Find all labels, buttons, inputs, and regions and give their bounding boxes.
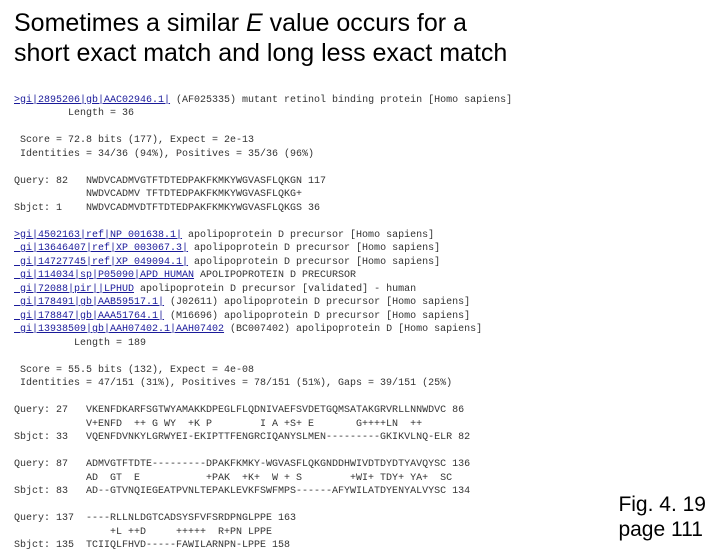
hit1-match: NWDVCADMV TFTDTEDPAKFKMKYWGVASFLQKG+ xyxy=(14,189,302,200)
hit2-s3: Sbjct: 135 TCIIQLFHVD-----FAWILARNPN-LPP… xyxy=(14,540,290,551)
hit1-query: Query: 82 NWDVCADMVGTFTDTEDPAKFKMKYWGVAS… xyxy=(14,176,326,187)
hit2-link-1[interactable]: gi|13646407|ref|XP 003067.3| xyxy=(14,243,188,254)
hit1-defline-rest: (AF025335) mutant retinol binding protei… xyxy=(170,95,512,106)
hit2-q3: Query: 137 ----RLLNLDGTCADSYSFVFSRDPNGLP… xyxy=(14,513,296,524)
hit2-m1: V+ENFD ++ G WY +K P I A +S+ E G++++LN ++ xyxy=(14,419,422,430)
hit1-defline-link[interactable]: >gi|2895206|gb|AAC02946.1| xyxy=(14,95,170,106)
hit2-link-7[interactable]: gi|13938509|gb|AAH07402.1|AAH07402 xyxy=(14,324,224,335)
figure-caption: Fig. 4. 19 page 111 xyxy=(618,492,706,542)
hit2-link-0[interactable]: >gi|4502163|ref|NP 001638.1| xyxy=(14,230,182,241)
hit2-s2: Sbjct: 83 AD--GTVNQIEGEATPVNLTEPAKLEVKFS… xyxy=(14,486,470,497)
hit1-sbjct: Sbjct: 1 NWDVCADMVDTFTDTEDPAKFKMKYWGVASF… xyxy=(14,203,320,214)
hit1-identities: Identities = 34/36 (94%), Positives = 35… xyxy=(14,149,314,160)
hit2-length: Length = 189 xyxy=(14,338,146,349)
hit2-link-5[interactable]: gi|178491|gb|AAB59517.1| xyxy=(14,297,164,308)
hit2-identities: Identities = 47/151 (31%), Positives = 7… xyxy=(14,378,452,389)
hit1-length: Length = 36 xyxy=(14,108,134,119)
hit2-link-6[interactable]: gi|178847|gb|AAA51764.1| xyxy=(14,311,164,322)
hit2-q2: Query: 87 ADMVGTFTDTE---------DPAKFKMKY-… xyxy=(14,459,470,470)
caption-fig: Fig. 4. 19 xyxy=(618,493,706,516)
hit1-score: Score = 72.8 bits (177), Expect = 2e-13 xyxy=(14,135,254,146)
hit2-s1: Sbjct: 33 VQENFDVNKYLGRWYEI-EKIPTTFENGRC… xyxy=(14,432,470,443)
slide-title: Sometimes a similar E value occurs for a… xyxy=(14,8,706,68)
title-line-2: short exact match and long less exact ma… xyxy=(14,39,507,67)
hit2-link-2[interactable]: gi|14727745|ref|XP 049094.1| xyxy=(14,257,188,268)
hit2-link-3[interactable]: gi|114034|sp|P05090|APD HUMAN xyxy=(14,270,194,281)
hit2-m2: AD GT E +PAK +K+ W + S +WI+ TDY+ YA+ SC xyxy=(14,473,452,484)
caption-page: page 111 xyxy=(618,518,702,541)
title-line-1: Sometimes a similar E value occurs for a xyxy=(14,9,467,37)
hit2-m3: +L ++D +++++ R+PN LPPE xyxy=(14,527,272,538)
hit2-score: Score = 55.5 bits (132), Expect = 4e-08 xyxy=(14,365,254,376)
blast-output: >gi|2895206|gb|AAC02946.1| (AF025335) mu… xyxy=(14,80,706,553)
hit2-link-4[interactable]: gi|72088|pir||LPHUD xyxy=(14,284,134,295)
hit2-q1: Query: 27 VKENFDKARFSGTWYAMAKKDPEGLFLQDN… xyxy=(14,405,464,416)
